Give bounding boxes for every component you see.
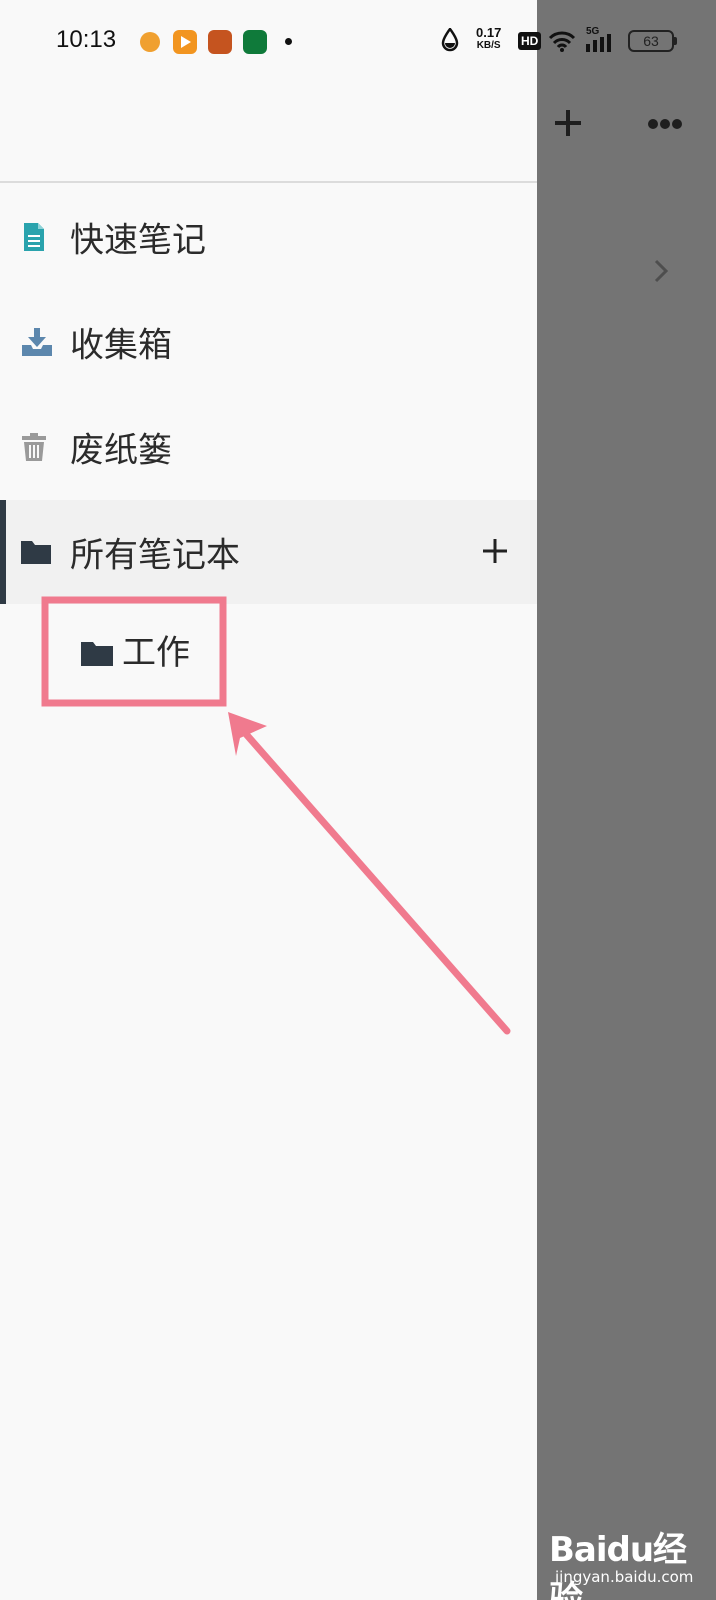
network-speed-value: 0.17 — [476, 25, 502, 40]
network-speed-unit: KB/S — [476, 40, 501, 51]
note-icon — [24, 223, 44, 251]
signal-icon — [586, 34, 611, 52]
drawer-item-label: 快速笔记 — [70, 220, 206, 261]
game-app-icon — [208, 30, 232, 54]
battery-tip — [674, 37, 677, 45]
trash-icon — [22, 433, 46, 461]
notification-app-icon — [140, 32, 160, 52]
drawer-header-divider — [0, 181, 537, 183]
more-options-icon[interactable] — [648, 118, 682, 130]
watermark-logo: Baidu经验 — [549, 1530, 687, 1600]
dimmed-main-content[interactable]: Baidu经验 jingyan.baidu.com — [537, 0, 716, 1600]
notebook-item-work[interactable]: 工作 — [52, 605, 220, 695]
drawer-item-quick-notes[interactable]: 快速笔记 — [0, 185, 537, 289]
data-saver-icon — [441, 28, 459, 52]
status-time: 10:13 — [56, 26, 117, 53]
folder-icon — [81, 642, 113, 666]
baidu-watermark: Baidu经验 jingyan.baidu.com — [549, 1510, 709, 1600]
navigation-drawer: 快速笔记 收集箱 废纸篓 所有笔记本 工作 — [0, 0, 537, 1600]
status-bar: 10:13 0.17 KB/S HD 5G 63 — [0, 0, 716, 80]
video-app-icon — [173, 30, 197, 54]
watermark-url: jingyan.baidu.com — [555, 1568, 694, 1586]
battery-indicator: 63 — [628, 30, 674, 52]
oppo-app-icon — [243, 30, 267, 54]
active-indicator — [0, 500, 6, 604]
drawer-item-trash[interactable]: 废纸篓 — [0, 395, 537, 499]
folder-icon — [21, 541, 51, 564]
drawer-item-label: 收集箱 — [70, 325, 172, 366]
drawer-item-label: 废纸篓 — [70, 430, 172, 471]
drawer-item-inbox[interactable]: 收集箱 — [0, 290, 537, 394]
more-notifications-icon — [285, 38, 292, 45]
chevron-right-icon[interactable] — [653, 258, 669, 284]
inbox-download-icon — [22, 328, 52, 356]
notebook-label: 工作 — [122, 633, 190, 673]
hd-badge: HD — [518, 32, 542, 50]
drawer-item-label: 所有笔记本 — [70, 535, 240, 576]
network-speed: 0.17 KB/S — [476, 26, 501, 52]
drawer-item-all-notebooks[interactable]: 所有笔记本 — [0, 500, 537, 604]
add-note-icon[interactable] — [553, 108, 583, 138]
add-notebook-icon[interactable] — [480, 536, 510, 566]
wifi-icon — [548, 31, 576, 52]
